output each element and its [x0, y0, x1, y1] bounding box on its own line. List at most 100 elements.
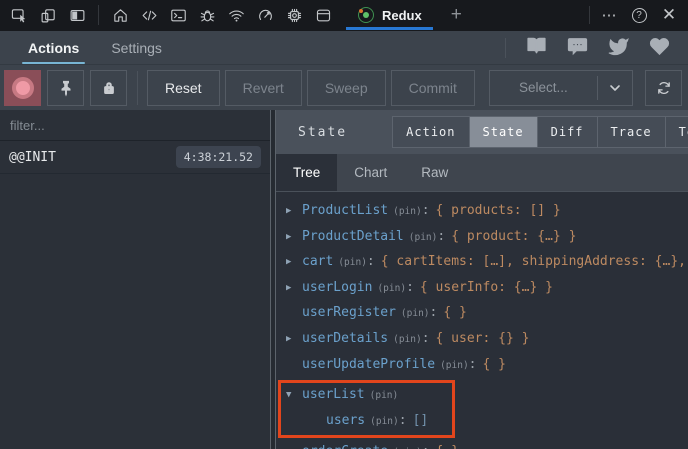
tab-settings-label: Settings [111, 39, 162, 56]
pin-icon [61, 80, 70, 97]
tab-action[interactable]: Action [392, 116, 470, 148]
tree-node-userlogin[interactable]: ▶ userLogin (pin):{ userInfo: {…} } [286, 276, 688, 302]
expand-arrow-icon[interactable]: ▶ [286, 276, 302, 301]
highlight-box: ▼ userList (pin) users (pin):[] [278, 380, 456, 439]
tree-node-users[interactable]: users (pin):[] [286, 409, 428, 435]
chevron-down-icon [598, 80, 632, 96]
subtab-raw[interactable]: Raw [404, 154, 465, 191]
record-icon [11, 76, 34, 99]
tree-node-productlist[interactable]: ▶ ProductList (pin):{ products: [] } [286, 199, 688, 225]
lock-icon [103, 81, 114, 94]
expand-arrow-icon[interactable]: ▶ [286, 250, 302, 275]
gauge-icon[interactable] [256, 6, 274, 24]
main-content: @@INIT 4:38:21.52 State Action State Dif… [0, 110, 688, 449]
view-subtabs: Tree Chart Raw [276, 154, 688, 192]
tab-actions-label: Actions [28, 39, 80, 56]
inspector-tab-group: Action State Diff Trace Test [392, 116, 688, 148]
tab-redux[interactable]: Redux [342, 0, 437, 30]
action-list-item[interactable]: @@INIT 4:38:21.52 [0, 141, 270, 174]
record-button[interactable] [4, 69, 41, 106]
tree-node-ordercreate[interactable]: orderCreate(pin):{ } [286, 440, 688, 449]
devtools-toolbar: Reset Revert Sweep Commit Select... [0, 64, 688, 110]
tab-trace[interactable]: Trace [596, 116, 666, 148]
revert-button[interactable]: Revert [224, 69, 302, 106]
state-tree: ▶ ProductList (pin):{ products: [] } ▶ Prod… [276, 192, 688, 449]
action-log-pane: @@INIT 4:38:21.52 [0, 110, 270, 449]
redux-devtools-window: Redux + ⋯ ? ✕ Actions Settings Reset Rev… [0, 0, 688, 449]
links-separator [505, 37, 506, 58]
device-toolbar-icon[interactable] [39, 6, 57, 24]
tree-node-userregister[interactable]: userRegister (pin):{ } [286, 301, 688, 327]
terminal-icon[interactable] [169, 6, 187, 24]
toolbar-separator [137, 70, 138, 105]
reset-button[interactable]: Reset [147, 69, 220, 106]
tree-node-cart[interactable]: ▶ cart (pin):{ cartItems: […], shippingAdd… [286, 250, 688, 276]
redux-atom-icon [357, 6, 375, 24]
storage-icon[interactable] [314, 6, 332, 24]
subtab-chart[interactable]: Chart [337, 154, 404, 191]
expand-arrow-icon[interactable]: ▶ [286, 199, 302, 224]
tab-actions-underline [22, 62, 86, 64]
chip-icon[interactable] [285, 6, 303, 24]
topbar-separator [98, 5, 99, 25]
expand-arrow-icon[interactable]: ▶ [286, 225, 302, 250]
sync-icon [657, 81, 670, 94]
pin-link[interactable]: (pin) [401, 308, 430, 319]
pin-button[interactable] [47, 69, 84, 106]
home-icon[interactable] [111, 6, 129, 24]
twitter-icon[interactable] [608, 35, 629, 61]
pin-link[interactable]: (pin) [370, 390, 399, 401]
topbar-tool-icons [101, 0, 342, 30]
bug-icon[interactable] [198, 6, 216, 24]
sync-button[interactable] [645, 69, 682, 106]
pin-link[interactable]: (pin) [409, 232, 438, 243]
topbar-right-controls: ⋯ ? ✕ [587, 0, 688, 30]
new-tab-button[interactable]: + [437, 0, 476, 30]
dock-panel-icon[interactable] [68, 6, 86, 24]
extension-tab-row: Actions Settings [0, 31, 688, 64]
pin-link[interactable]: (pin) [393, 334, 422, 345]
instance-select-placeholder: Select... [519, 80, 568, 95]
extension-links [487, 31, 688, 64]
pin-link[interactable]: (pin) [440, 360, 469, 371]
comment-icon[interactable] [567, 35, 588, 61]
topbar-left-icons [0, 0, 96, 30]
pin-link[interactable]: (pin) [338, 257, 367, 268]
state-inspector-pane: State Action State Diff Trace Test Tree … [276, 110, 688, 449]
lock-button[interactable] [90, 69, 127, 106]
tab-diff[interactable]: Diff [536, 116, 598, 148]
help-icon[interactable]: ? [626, 2, 652, 28]
close-icon[interactable]: ✕ [656, 2, 682, 28]
tree-node-userupdateprofile[interactable]: userUpdateProfile (pin):{ } [286, 353, 688, 379]
tab-redux-label: Redux [382, 7, 422, 23]
tree-node-userdetails[interactable]: ▶ userDetails (pin):{ user: {} } [286, 327, 688, 353]
tree-node-userlist[interactable]: ▼ userList (pin) [286, 383, 428, 409]
collapse-arrow-icon[interactable]: ▼ [286, 383, 302, 408]
inspector-title: State [298, 124, 348, 140]
instance-select[interactable]: Select... [488, 69, 633, 106]
filter-input[interactable] [0, 110, 270, 141]
active-tab-underline [346, 27, 433, 30]
tab-settings[interactable]: Settings [107, 31, 166, 64]
pin-link[interactable]: (pin) [377, 283, 406, 294]
tab-actions[interactable]: Actions [22, 31, 86, 64]
tree-node-productdetail[interactable]: ▶ ProductDetail (pin):{ product: {…} } [286, 225, 688, 251]
inspect-icon[interactable] [10, 6, 28, 24]
devtools-topbar: Redux + ⋯ ? ✕ [0, 0, 688, 31]
tab-test[interactable]: Test [664, 116, 688, 148]
action-name: @@INIT [9, 149, 56, 165]
tab-state[interactable]: State [468, 116, 538, 148]
pin-link[interactable]: (pin) [393, 206, 422, 217]
pin-link[interactable]: (pin) [370, 416, 399, 427]
book-icon[interactable] [526, 35, 547, 61]
code-icon[interactable] [140, 6, 158, 24]
commit-button[interactable]: Commit [390, 69, 475, 106]
sweep-button[interactable]: Sweep [306, 69, 386, 106]
heart-icon[interactable] [649, 35, 670, 61]
more-menu-icon[interactable]: ⋯ [596, 2, 622, 28]
subtab-tree[interactable]: Tree [276, 154, 338, 191]
topbar-right-separator [589, 6, 590, 24]
action-timestamp-badge: 4:38:21.52 [175, 146, 261, 168]
expand-arrow-icon[interactable]: ▶ [286, 327, 302, 352]
wifi-icon[interactable] [227, 6, 245, 24]
